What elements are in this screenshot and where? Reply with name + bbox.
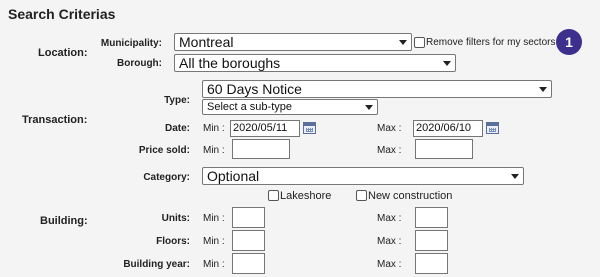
price-max-input[interactable] (415, 139, 473, 159)
year-min-input[interactable] (232, 253, 265, 274)
chevron-down-icon (511, 174, 519, 179)
borough-label: Borough: (117, 58, 162, 69)
date-max-label: Max : (377, 123, 402, 134)
date-min-label: Min : (203, 123, 225, 134)
floors-max-input[interactable] (415, 230, 448, 251)
borough-select-value: All the boroughs (179, 55, 281, 71)
chevron-down-icon (365, 105, 373, 110)
price-max-label: Max : (377, 145, 402, 156)
location-section-label: Location: (38, 47, 88, 59)
date-min-input[interactable]: 2020/05/11 (230, 120, 300, 137)
chevron-down-icon (443, 61, 451, 66)
date-max-input[interactable]: 2020/06/10 (413, 120, 483, 137)
category-select-value: Optional (207, 168, 260, 184)
transaction-type-value: 60 Days Notice (207, 81, 302, 97)
floors-max-label: Max : (377, 236, 402, 247)
units-min-input[interactable] (232, 207, 265, 228)
calendar-icon[interactable] (486, 122, 499, 134)
units-max-label: Max : (377, 213, 402, 224)
calendar-icon[interactable] (303, 122, 316, 134)
price-min-input[interactable] (232, 139, 290, 159)
year-max-label: Max : (377, 259, 402, 270)
new-construction-checkbox[interactable] (356, 190, 367, 201)
municipality-select[interactable]: Montreal (174, 33, 412, 51)
borough-select[interactable]: All the boroughs (174, 54, 456, 72)
lakeshore-checkbox[interactable] (268, 190, 279, 201)
building-year-label: Building year: (123, 259, 190, 270)
chevron-down-icon (399, 40, 407, 45)
floors-min-input[interactable] (232, 230, 265, 251)
floors-min-label: Min : (203, 236, 225, 247)
year-min-label: Min : (203, 259, 225, 270)
price-min-label: Min : (203, 145, 225, 156)
municipality-label: Municipality: (100, 38, 162, 49)
transaction-subtype-select[interactable]: Select a sub-type (202, 99, 378, 115)
building-section-label: Building: (40, 215, 88, 227)
units-label: Units: (161, 213, 190, 224)
remove-filters-checkbox[interactable] (414, 37, 425, 48)
units-max-input[interactable] (415, 207, 448, 228)
remove-filters-label: Remove filters for my sectors (426, 37, 556, 48)
year-max-input[interactable] (415, 253, 448, 274)
transaction-section-label: Transaction: (22, 114, 88, 126)
type-label: Type: (164, 95, 190, 106)
subtype-placeholder: Select a sub-type (207, 101, 292, 113)
municipality-select-value: Montreal (179, 34, 234, 50)
floors-label: Floors: (156, 236, 190, 247)
category-label: Category: (143, 172, 190, 183)
page-title: Search Criterias (8, 6, 116, 22)
step-badge: 1 (556, 29, 582, 55)
category-select[interactable]: Optional (202, 167, 524, 185)
chevron-down-icon (539, 87, 547, 92)
price-sold-label: Price sold: (138, 145, 190, 156)
new-construction-label: New construction (368, 190, 453, 202)
units-min-label: Min : (203, 213, 225, 224)
lakeshore-label: Lakeshore (280, 190, 332, 202)
date-label: Date: (164, 123, 190, 134)
transaction-type-select[interactable]: 60 Days Notice (202, 80, 552, 98)
